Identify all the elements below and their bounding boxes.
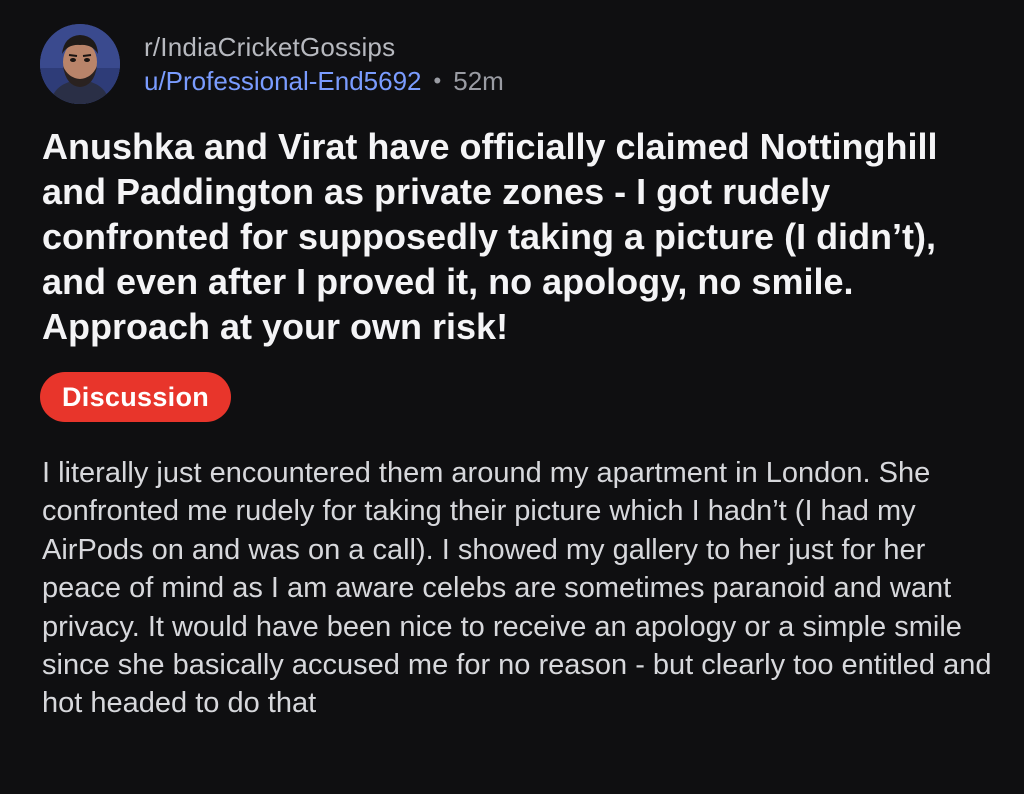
subreddit-link[interactable]: r/IndiaCricketGossips bbox=[144, 30, 504, 64]
author-line: u/Professional-End5692 • 52m bbox=[144, 64, 504, 98]
meta-separator: • bbox=[433, 68, 442, 93]
post-body: I literally just encountered them around… bbox=[42, 457, 992, 720]
flair-badge[interactable]: Discussion bbox=[40, 372, 232, 422]
username-link[interactable]: u/Professional-End5692 bbox=[144, 64, 422, 98]
post-card: r/IndiaCricketGossips u/Professional-End… bbox=[0, 0, 1024, 794]
avatar-portrait-icon bbox=[40, 24, 120, 104]
post-meta: r/IndiaCricketGossips u/Professional-End… bbox=[144, 30, 504, 98]
post-age: 52m bbox=[453, 66, 504, 96]
post-title[interactable]: Anushka and Virat have officially claime… bbox=[42, 124, 992, 349]
user-avatar[interactable] bbox=[40, 24, 120, 104]
post-header: r/IndiaCricketGossips u/Professional-End… bbox=[40, 24, 504, 104]
